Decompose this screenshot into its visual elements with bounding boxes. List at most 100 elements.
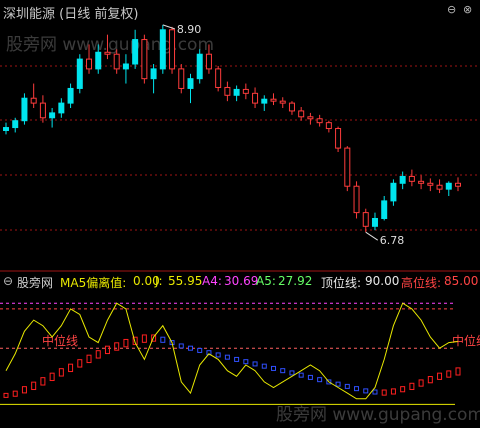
candle-body — [408, 175, 415, 182]
j-label: J: — [155, 274, 163, 288]
j-value: 55.95 — [168, 274, 203, 288]
a4-a5-band-bar — [40, 377, 46, 386]
candle-body — [233, 88, 240, 96]
high-price-label: 8.90 — [177, 23, 202, 36]
indicator-header: ⊖ 股旁网 MA5偏离值: 0.00 J: 55.95 A4: 30.69 A5… — [0, 272, 480, 290]
a4-a5-band-bar — [49, 372, 55, 382]
a4-a5-band-bar — [141, 334, 147, 343]
candle-body — [205, 53, 212, 70]
a4-a5-band-bar — [307, 374, 313, 380]
candle-body — [86, 58, 93, 70]
top-line-label: 顶位线: — [321, 276, 362, 290]
a4-a5-band-bar — [243, 359, 249, 365]
high-line-value: 85.00 — [444, 274, 479, 288]
a4-a5-band-bar — [187, 345, 193, 351]
a4-a5-band-bar — [114, 342, 120, 351]
a4-a5-band-bar — [21, 386, 27, 394]
a4-a5-band-bar — [455, 367, 461, 376]
a4-a5-band-bar — [344, 383, 350, 389]
top-line-value: 90.00 — [365, 274, 400, 288]
a4-a5-band-bar — [261, 363, 267, 369]
candle-body — [21, 97, 28, 122]
a4-label: A4: — [202, 274, 222, 288]
indicator-menu-icon[interactable]: ⊖ — [3, 274, 13, 288]
a4-a5-band-bar — [215, 352, 221, 358]
a4-a5-band-bar — [289, 370, 295, 376]
a4-a5-band-bar — [123, 338, 129, 348]
j-line — [5, 302, 459, 400]
a4-a5-band-bar — [224, 354, 230, 360]
a4-a5-band-bar — [381, 389, 387, 396]
candle-body — [261, 98, 268, 104]
candle-body — [215, 68, 222, 88]
a4-a5-band-bar — [317, 377, 323, 383]
candle-body — [67, 87, 74, 104]
a4-a5-band-bar — [12, 390, 18, 397]
a4-a5-band-bar — [298, 372, 304, 378]
candle-body — [150, 68, 157, 80]
candle-body — [224, 86, 231, 96]
candle-body — [371, 217, 378, 227]
candle-body — [362, 212, 369, 227]
a4-a5-band-bar — [68, 363, 74, 373]
mid-line-label-right: 中位线 — [452, 333, 480, 348]
low-price-label: 6.78 — [380, 234, 405, 247]
a4-a5-band-bar — [400, 386, 406, 393]
candle-body — [344, 147, 351, 187]
a4-a5-band-bar — [252, 361, 258, 367]
candle-body — [49, 112, 56, 119]
candle-body — [178, 68, 185, 89]
a4-a5-band-bar — [234, 356, 240, 362]
candle-body — [30, 97, 37, 104]
candle-body — [169, 29, 176, 70]
a4-a5-band-bar — [437, 372, 443, 380]
a4-a5-band-bar — [446, 370, 452, 378]
a4-a5-band-bar — [95, 350, 101, 359]
candle-body — [187, 78, 194, 89]
a4-a5-band-bar — [427, 376, 433, 384]
candle-body — [104, 51, 111, 55]
a4-a5-band-bar — [390, 388, 396, 395]
candle-body — [316, 118, 323, 124]
candle-body — [141, 39, 148, 80]
a4-a5-band-bar — [418, 379, 424, 387]
candle-body — [436, 184, 443, 190]
candle-body — [335, 128, 342, 149]
a4-a5-band-bar — [104, 345, 110, 355]
a4-a5-band-bar — [31, 381, 37, 391]
a4-a5-band-bar — [363, 388, 369, 394]
high-marker — [162, 24, 175, 30]
a5-label: A5: — [256, 274, 276, 288]
a4-a5-band-bar — [3, 392, 9, 398]
candle-body — [288, 102, 295, 112]
a4-a5-band-bar — [335, 381, 341, 387]
mid-line-label-left: 中位线 — [42, 333, 78, 348]
candle-body — [242, 88, 249, 94]
candle-body — [307, 116, 314, 120]
candle-body — [325, 122, 332, 130]
candle-body — [12, 120, 19, 129]
candle-body — [132, 39, 139, 65]
a4-a5-band-bar — [354, 386, 360, 392]
a5-value: 27.92 — [278, 274, 313, 288]
a4-a5-band-bar — [178, 343, 184, 349]
candle-body — [3, 127, 9, 131]
a4-a5-band-bar — [280, 368, 286, 374]
candle-body — [427, 182, 434, 186]
candle-body — [279, 100, 286, 104]
a4-value: 30.69 — [224, 274, 259, 288]
a4-a5-band-bar — [372, 389, 378, 395]
a4-a5-band-bar — [160, 336, 166, 343]
candle-body — [390, 182, 397, 202]
candle-body — [252, 92, 259, 104]
candle-body — [381, 200, 388, 219]
candle-body — [196, 53, 203, 80]
candle-body — [76, 58, 83, 89]
high-line-label: 高位线: — [401, 276, 442, 290]
candle-body — [445, 182, 452, 190]
candle-body — [455, 182, 461, 187]
a4-a5-band-bar — [409, 382, 415, 391]
candle-body — [418, 180, 425, 184]
candle-body — [113, 53, 120, 70]
a4-a5-band-bar — [86, 354, 92, 364]
